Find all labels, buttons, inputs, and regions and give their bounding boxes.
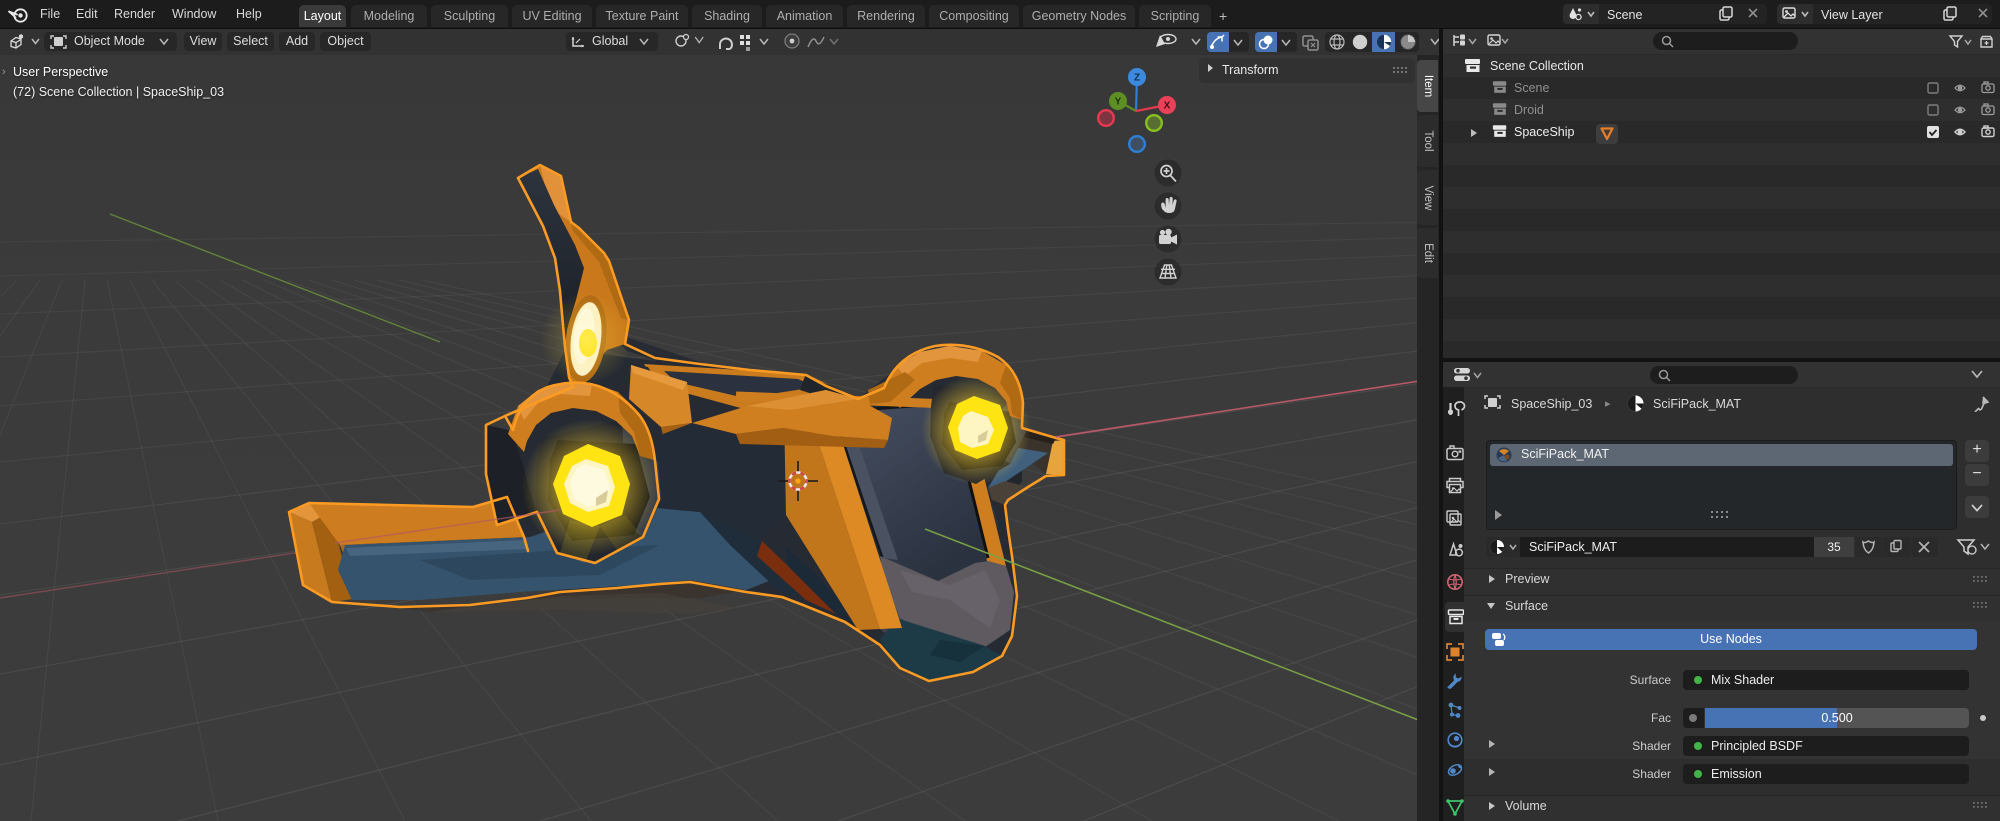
- svg-text:X: X: [1164, 101, 1171, 112]
- svg-text:Z: Z: [1134, 73, 1140, 84]
- svg-text:Y: Y: [1115, 97, 1122, 108]
